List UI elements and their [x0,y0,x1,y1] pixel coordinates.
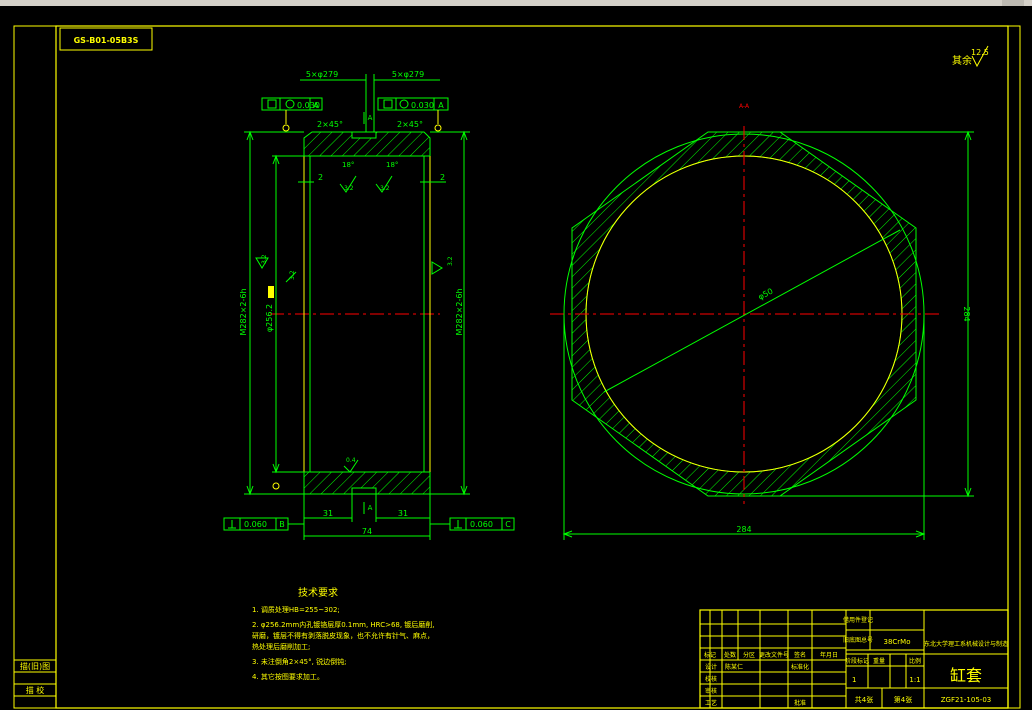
sheet-no: 第4张 [894,695,912,704]
approve-label: 批准 [794,699,806,707]
roughness-note: 其余 [952,54,972,67]
rough-3-2-a: 3.2 [344,185,354,192]
side-table-top: 描(旧)图 [20,661,50,671]
step-left: 2 [318,173,323,182]
rough-3-2-e: 3.2 [447,256,454,266]
chamfer-left: 2×45° [317,120,343,129]
col-header-1: 标记 [704,651,716,659]
col-header-5: 签名 [794,651,806,659]
cad-drawing: GS-B01-05B3S 其余 12.5 描(旧)图 描 校 M282×2-6h… [13,25,1021,709]
side-table-bottom: 描 校 [26,685,45,695]
col-header-4: 更改文件号 [759,651,789,659]
row-design: 设计 [705,663,717,671]
tol-bottom-right-value: 0.060 [470,520,493,529]
rough-3-2-c: 3.2 [261,254,268,264]
tol-top-left-datum: A [313,101,319,110]
note-line-5: 3. 未注倒角2×45°, 锐边倒钝; [252,657,346,666]
sheet-total: 共4张 [855,695,873,704]
angle-left: 18° [342,161,354,169]
tol-bottom-left-datum: B [279,520,285,529]
note-line-4: 热处理后磨削加工; [252,642,310,651]
note-line-2: 2. φ256.2mm内孔镀铬层厚0.1mm, HRC>68, 镀后磨削, [252,620,435,629]
notes-heading: 技术要求 [298,586,338,599]
code-box-text: GS-B01-05B3S [74,36,139,45]
right-circular-view: A-A φ50 284 284 [550,103,974,540]
col-header-3: 分区 [743,651,755,659]
vertical-dim: 284 [962,306,971,321]
dim-31-right: 31 [398,509,408,518]
tol-bottom-right-datum: C [505,520,511,529]
section-label: A-A [739,103,750,110]
tol-top-right-value: 0.030 [411,101,434,110]
top-dim-right: 5×φ279 [392,70,424,79]
school-name: 东北大学理工系机械设计与制造 [924,640,1008,648]
rough-0-4: 0.4 [346,457,356,464]
right-thread-label: M282×2-6h [455,288,464,335]
base-label: 旧底图总号 [843,636,873,644]
roughness-value: 12.5 [971,48,989,57]
label-stage: 阶段标记 [845,657,869,665]
label-scale: 比例 [909,657,921,665]
std-label: 标准化 [791,663,809,671]
mark-a-top: A [368,114,373,122]
col-header-2: 处数 [724,651,736,659]
tol-top-right-datum: A [438,101,444,110]
tol-bottom-left-value: 0.060 [244,520,267,529]
inner-frame [55,25,1009,709]
col-header-6: 年月日 [820,651,838,659]
technical-notes: 技术要求 1. 调质处理HB=255~302; 2. φ256.2mm内孔镀铬层… [252,586,435,681]
part-name: 缸套 [950,666,982,685]
row-review: 审核 [705,687,717,695]
register-label: 借用件登记 [843,616,873,624]
label-weight: 重量 [873,657,885,665]
title-block: 标记 处数 分区 更改文件号 签名 年月日 设计 陈某仁 标准化 校核 审核 工… [699,609,1009,709]
qty: 1 [852,676,856,684]
rough-3-2-b: 3.2 [380,185,390,192]
scale: 1:1 [909,676,920,684]
note-line-3: 研磨，镀层不得有剥落脱皮现象，也不允许有针气、麻点， [252,631,434,640]
drawing-no: ZGF21-105-03 [941,696,991,704]
note-line-1: 1. 调质处理HB=255~302; [252,605,340,614]
step-right: 2 [440,173,445,182]
note-line-6: 4. 其它按图要求加工。 [252,672,324,681]
dim-31-left: 31 [323,509,333,518]
designer-name: 陈某仁 [725,663,743,671]
diameter-dim: φ50 [757,287,775,302]
mark-a-bottom: A [368,504,373,512]
left-thread-label: M282×2-6h [239,288,248,335]
bore-label: φ256.2 [265,304,274,332]
dim-74: 74 [362,527,372,536]
angle-right: 18° [386,161,398,169]
row-process: 工艺 [705,699,717,707]
outer-frame [13,25,1021,709]
row-check: 校核 [705,675,717,683]
left-section-view: M282×2-6h φ256.2 M282×2-6h 5×φ279 5×φ279… [223,70,515,540]
horizontal-dim: 284 [736,525,751,534]
chamfer-right: 2×45° [397,120,423,129]
top-dim-left: 5×φ279 [306,70,338,79]
material: 38CrMo [884,638,911,646]
